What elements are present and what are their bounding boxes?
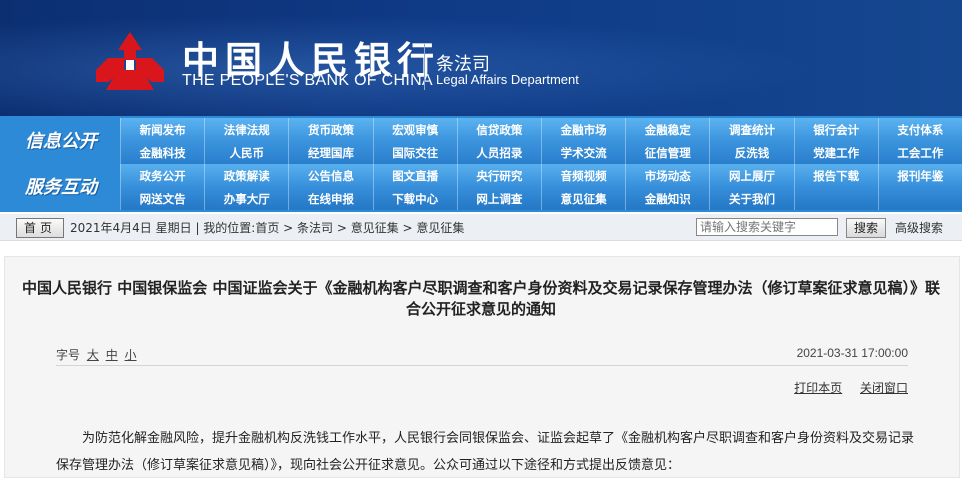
font-size-controls: 字号 大 中 小 (56, 346, 137, 363)
nav-item[interactable]: 下载中心 (372, 187, 457, 210)
divider (56, 365, 908, 366)
nav-item[interactable]: 报刊年鉴 (877, 164, 962, 187)
font-large-link[interactable]: 大 (87, 348, 99, 362)
nav-item[interactable]: 反洗钱 (709, 141, 794, 164)
search-input[interactable] (696, 218, 838, 236)
nav-item[interactable]: 在线申报 (288, 187, 373, 210)
nav-item[interactable]: 银行会计 (793, 118, 878, 141)
breadcrumb: 2021年4月4日 星期日 | 我的位置:首页 > 条法司 > 意见征集 > 意… (70, 221, 465, 235)
nav-item[interactable]: 市场动态 (625, 164, 710, 187)
advanced-search-link[interactable]: 高级搜索 (895, 219, 943, 236)
nav-item[interactable]: 金融稳定 (625, 118, 710, 141)
nav-item[interactable]: 法律法规 (204, 118, 289, 141)
font-medium-link[interactable]: 中 (106, 348, 118, 362)
nav-section-service-label: 服务互动 (25, 177, 97, 198)
font-small-link[interactable]: 小 (125, 348, 137, 362)
nav-item[interactable]: 经理国库 (288, 141, 373, 164)
nav-item[interactable]: 意见征集 (540, 187, 626, 210)
nav-item[interactable] (877, 187, 962, 210)
nav-item[interactable]: 工会工作 (877, 141, 962, 164)
nav-item[interactable]: 网送文告 (120, 187, 205, 210)
nav-item[interactable]: 金融科技 (120, 141, 205, 164)
pboc-emblem-icon (96, 32, 164, 90)
nav-item[interactable]: 宏观审慎 (372, 118, 457, 141)
nav-section-info[interactable]: 信息公开 (6, 120, 116, 164)
nav-item[interactable]: 信贷政策 (456, 118, 541, 141)
home-button[interactable]: 首页 (16, 218, 64, 238)
nav-item[interactable]: 人员招录 (456, 141, 541, 164)
nav-item[interactable]: 人民币 (204, 141, 289, 164)
nav-item[interactable]: 政策解读 (204, 164, 289, 187)
dept-name-en: Legal Affairs Department (436, 72, 579, 87)
nav-item[interactable]: 公告信息 (288, 164, 373, 187)
article-tools: 打印本页 关闭窗口 (780, 379, 908, 396)
nav-section-service[interactable]: 服务互动 (6, 166, 116, 210)
article-body: 为防范化解金融风险，提升金融机构反洗钱工作水平，人民银行会同银保监会、证监会起草… (56, 431, 915, 473)
nav-item[interactable]: 音频视频 (540, 164, 626, 187)
nav-item[interactable]: 金融市场 (540, 118, 626, 141)
nav-item[interactable]: 网上调查 (456, 187, 541, 210)
nav-item[interactable]: 关于我们 (709, 187, 794, 210)
header-banner: 中国人民银行 THE PEOPLE'S BANK OF CHINA 条法司 Le… (0, 0, 962, 116)
font-size-label: 字号 (56, 348, 81, 362)
nav-item[interactable]: 央行研究 (456, 164, 541, 187)
page-title: 中国人民银行 中国银保监会 中国证监会关于《金融机构客户尽职调查和客户身份资料及… (22, 279, 940, 318)
nav-item[interactable]: 调查统计 (709, 118, 794, 141)
nav-item[interactable]: 国际交往 (372, 141, 457, 164)
nav-item[interactable]: 报告下载 (793, 164, 878, 187)
nav-grid: 新闻发布 法律法规 货币政策 宏观审慎 信贷政策 金融市场 金融稳定 调查统计 … (120, 118, 962, 210)
logo-title-en: THE PEOPLE'S BANK OF CHINA (182, 72, 433, 89)
nav-item[interactable] (793, 187, 878, 210)
nav-item[interactable]: 政务公开 (120, 164, 205, 187)
nav-item[interactable]: 货币政策 (288, 118, 373, 141)
nav-item[interactable]: 金融知识 (625, 187, 710, 210)
close-window-link[interactable]: 关闭窗口 (860, 381, 908, 395)
nav-item[interactable]: 网上展厅 (709, 164, 794, 187)
nav-item[interactable]: 新闻发布 (120, 118, 205, 141)
nav-item[interactable]: 图文直播 (372, 164, 457, 187)
nav-section-info-label: 信息公开 (25, 131, 97, 152)
nav-item[interactable]: 办事大厅 (204, 187, 289, 210)
publish-date: 2021-03-31 17:00:00 (796, 346, 908, 360)
nav-item[interactable]: 征信管理 (625, 141, 710, 164)
logo-separator (424, 44, 425, 90)
print-link[interactable]: 打印本页 (794, 381, 842, 395)
search-button[interactable]: 搜索 (846, 218, 886, 238)
nav-item[interactable]: 支付体系 (877, 118, 962, 141)
nav-item[interactable]: 学术交流 (540, 141, 626, 164)
nav-item[interactable]: 党建工作 (793, 141, 878, 164)
